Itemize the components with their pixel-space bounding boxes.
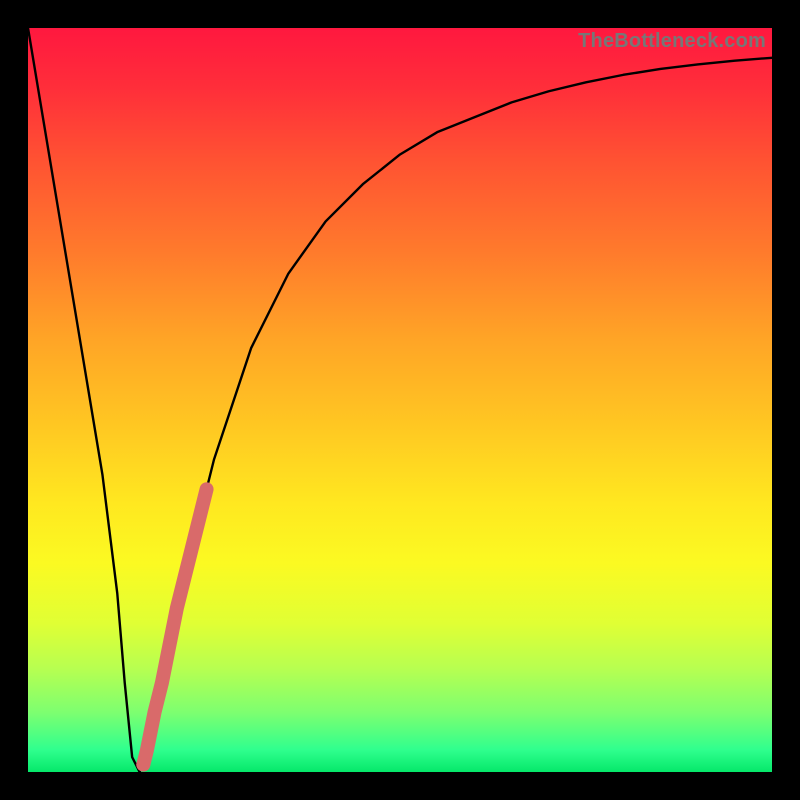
- highlight-hook-marker: [136, 758, 150, 772]
- chart-frame: TheBottleneck.com: [0, 0, 800, 800]
- bottleneck-curve-line: [28, 28, 772, 772]
- chart-svg: [28, 28, 772, 772]
- chart-plot-area: TheBottleneck.com: [28, 28, 772, 772]
- highlight-segment-line: [143, 489, 206, 764]
